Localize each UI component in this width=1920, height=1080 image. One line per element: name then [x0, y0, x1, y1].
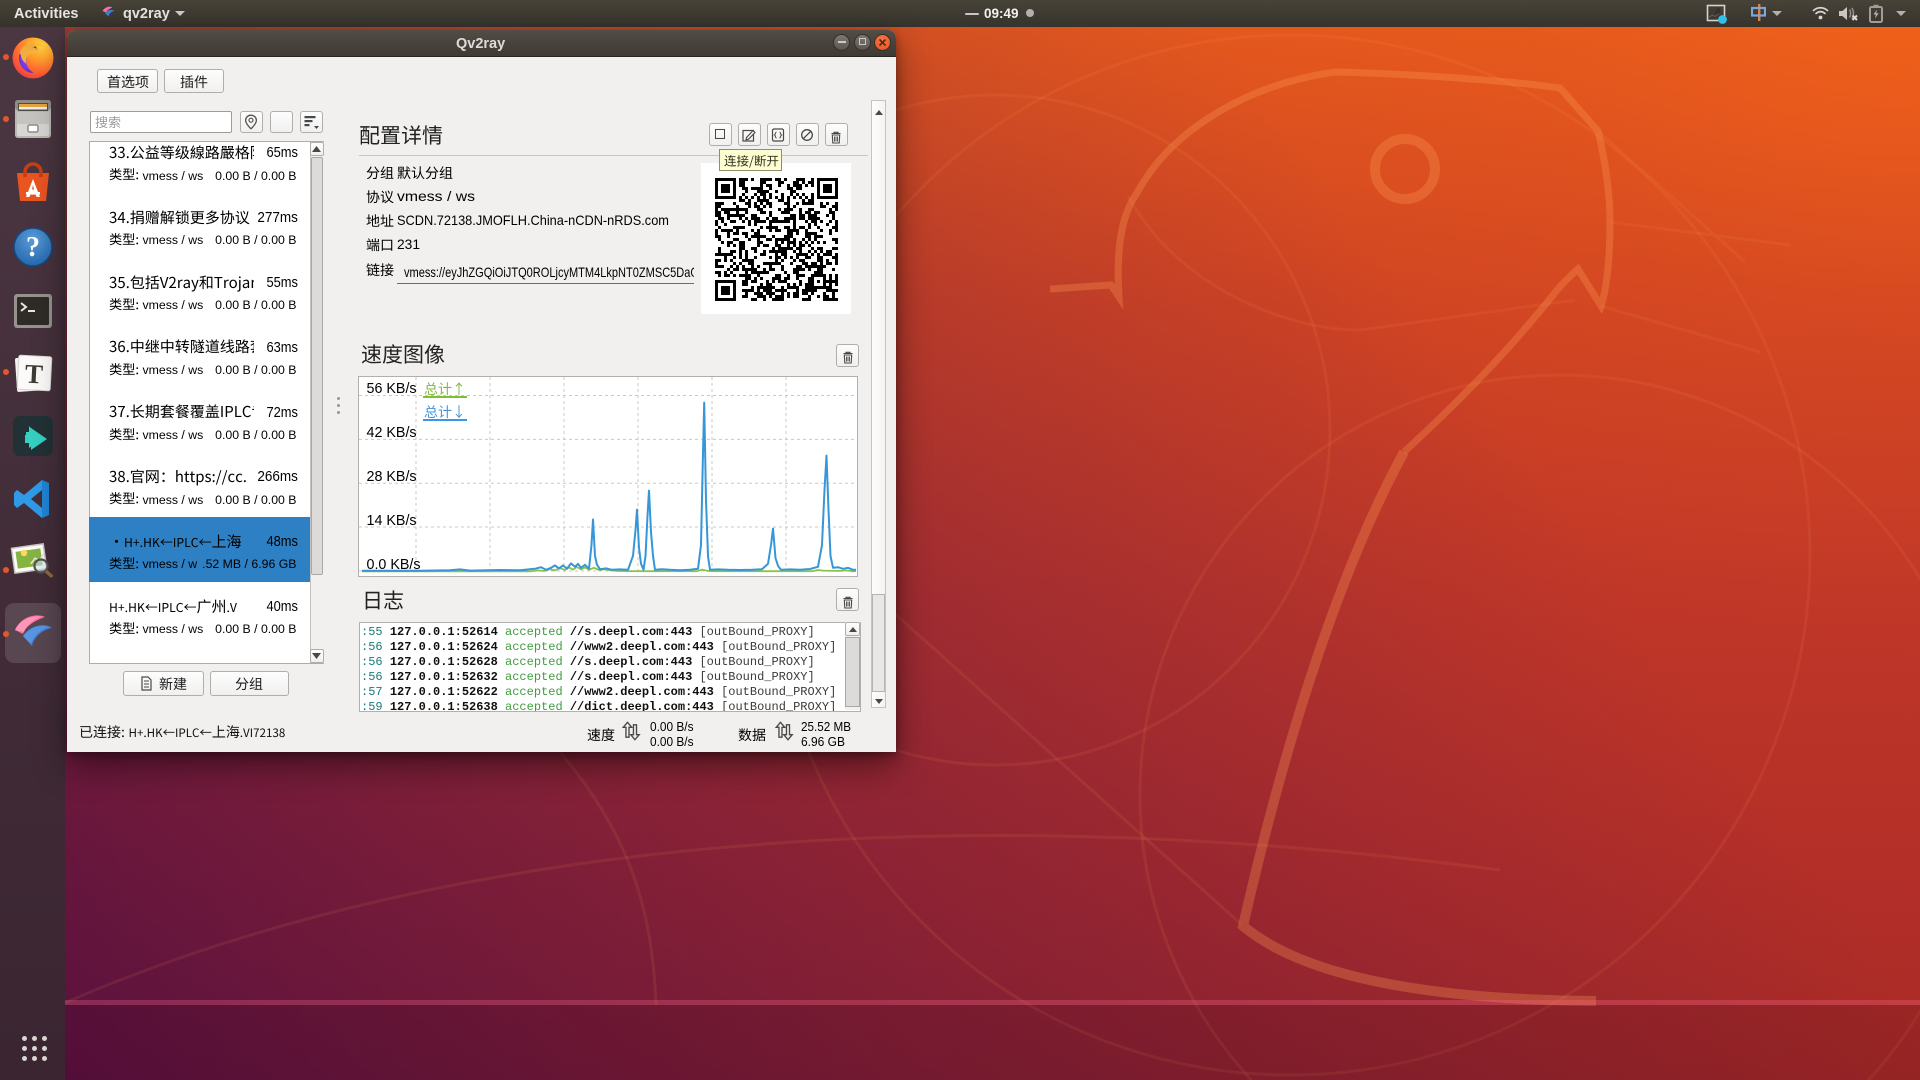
svg-text:T: T — [24, 359, 44, 390]
svg-text:?: ? — [26, 232, 40, 263]
